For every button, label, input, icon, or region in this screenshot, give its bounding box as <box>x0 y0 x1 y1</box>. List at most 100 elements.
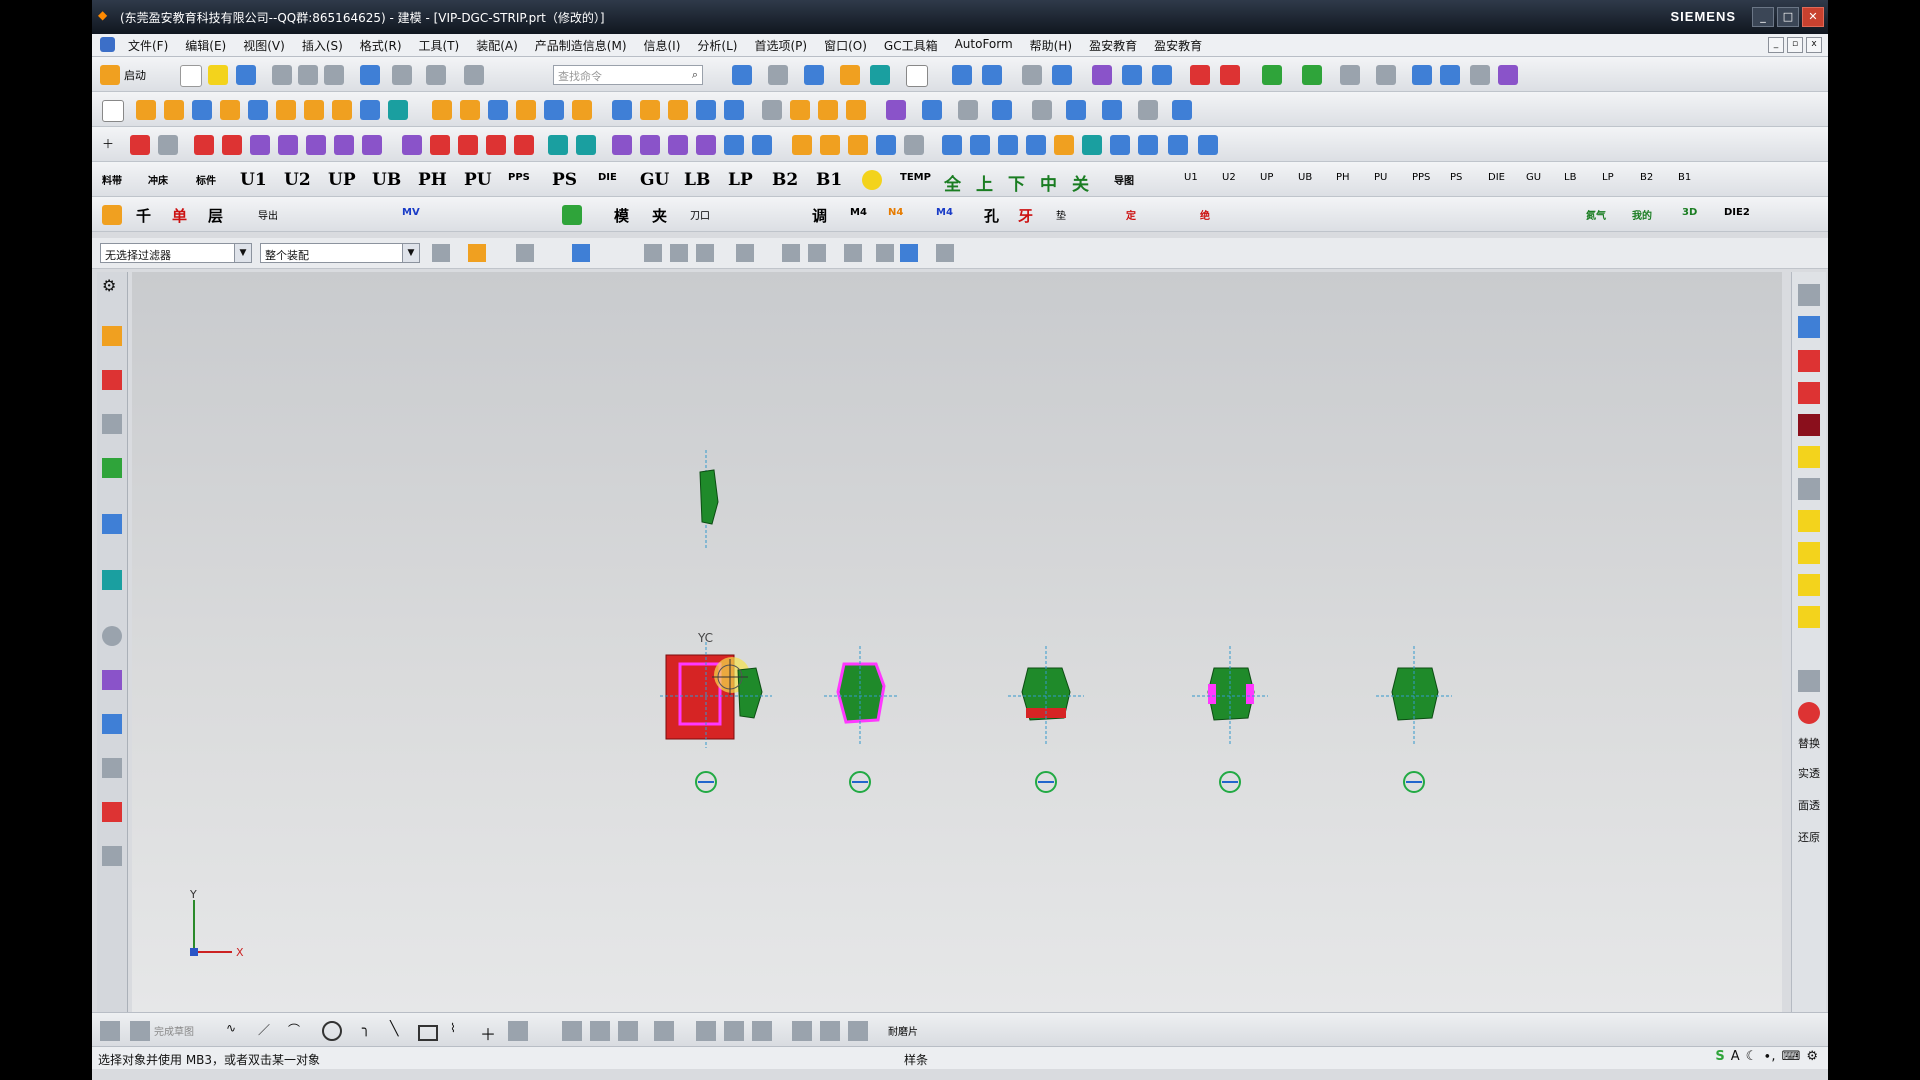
section-view-icon[interactable] <box>982 65 1002 85</box>
auto-constraint-icon[interactable] <box>724 1021 744 1041</box>
lb-button[interactable]: LB <box>684 170 710 190</box>
real-color-icon[interactable] <box>1262 65 1282 85</box>
die-move-button[interactable]: DIE <box>1488 172 1505 183</box>
emboss-icon[interactable] <box>904 135 924 155</box>
locate-button[interactable]: 定 <box>1126 207 1136 222</box>
cylinder-icon[interactable] <box>220 100 240 120</box>
restore-button[interactable]: 还原 <box>1798 832 1820 854</box>
inferred-constraints-icon[interactable] <box>848 1021 868 1041</box>
snap-grid-icon[interactable] <box>936 244 954 262</box>
shaded-icon[interactable] <box>1440 65 1460 85</box>
chevron-down-icon[interactable]: ▼ <box>402 244 419 262</box>
alternate-solution-icon[interactable] <box>820 1021 840 1041</box>
open-folder-icon[interactable] <box>208 65 228 85</box>
ps-button[interactable]: PS <box>552 170 577 190</box>
type-filter-select[interactable]: 无选择过滤器 ▼ <box>100 243 252 263</box>
fit-view-icon[interactable] <box>732 65 752 85</box>
close-all-button[interactable]: 关 <box>1072 170 1089 195</box>
snap-intersection-icon[interactable] <box>736 244 754 262</box>
profile-icon[interactable]: ∿ <box>226 1021 246 1041</box>
die-button[interactable]: DIE <box>598 172 617 183</box>
diamond-tool-icon[interactable] <box>102 205 122 225</box>
b2-move-button[interactable]: B2 <box>1640 172 1653 183</box>
convert-reference-icon[interactable] <box>792 1021 812 1041</box>
revolve-icon[interactable] <box>164 100 184 120</box>
menu-edit[interactable]: 编辑(E) <box>177 37 235 54</box>
pu-button[interactable]: PU <box>464 170 492 190</box>
finish-sketch-label[interactable]: 完成草图 <box>154 1023 194 1038</box>
tube-icon[interactable] <box>848 135 868 155</box>
edge-blend-icon[interactable] <box>432 100 452 120</box>
circle-o-icon[interactable] <box>862 170 882 190</box>
replace-face-icon[interactable] <box>724 100 744 120</box>
cone-icon[interactable] <box>876 135 896 155</box>
lb-move-button[interactable]: LB <box>1564 172 1576 183</box>
new-file-icon[interactable] <box>180 65 202 87</box>
point-icon[interactable]: ＋ <box>102 135 122 155</box>
snap-endpoint-icon[interactable] <box>644 244 662 262</box>
b1-move-button[interactable]: B1 <box>1678 172 1691 183</box>
save-icon[interactable] <box>236 65 256 85</box>
fillet-curve-icon[interactable] <box>458 135 478 155</box>
adjust-button[interactable]: 调 <box>812 205 827 226</box>
arrow-left-icon[interactable] <box>1798 350 1820 372</box>
analysis-icon[interactable] <box>1092 65 1112 85</box>
bounded-plane-icon[interactable] <box>1102 100 1122 120</box>
pen-icon[interactable] <box>1470 65 1490 85</box>
point-icon[interactable]: ＋ <box>480 1021 500 1044</box>
color-tool-icon[interactable] <box>1798 542 1820 564</box>
face-transparent-button[interactable]: 面透 <box>1798 800 1820 822</box>
start-label[interactable]: 启动 <box>124 67 146 83</box>
point-set-icon[interactable] <box>1026 135 1046 155</box>
pu-move-button[interactable]: PU <box>1374 172 1387 183</box>
snap-quadrant-icon[interactable] <box>808 244 826 262</box>
datum-axis-icon[interactable] <box>970 135 990 155</box>
cutting-edge-button[interactable]: 刀口 <box>690 207 710 222</box>
strip-station-4[interactable] <box>1192 646 1268 793</box>
shell-icon[interactable] <box>488 100 508 120</box>
sheet-to-solid-icon[interactable] <box>1168 135 1188 155</box>
up-move-button[interactable]: UP <box>1260 172 1273 183</box>
draft-icon[interactable] <box>516 100 536 120</box>
menu-file[interactable]: 文件(F) <box>120 37 177 54</box>
check-icon[interactable] <box>1798 446 1820 468</box>
polygon-icon[interactable] <box>250 135 270 155</box>
app-menu-icon[interactable] <box>100 37 115 52</box>
m4-blue-button[interactable]: M4 <box>936 207 953 218</box>
arrow-right-icon[interactable] <box>1798 382 1820 404</box>
keyboard-icon[interactable]: ⌨ <box>1782 1049 1801 1064</box>
start-icon[interactable] <box>100 65 120 85</box>
selection-scope-select[interactable]: 整个装配 ▼ <box>260 243 420 263</box>
reuse-library-icon[interactable] <box>102 458 122 478</box>
ruler-icon[interactable] <box>1220 65 1240 85</box>
strip-layout-button[interactable]: 料带 <box>102 172 122 187</box>
wear-plate-button[interactable]: 耐磨片 <box>888 1023 918 1038</box>
initial-line-icon[interactable] <box>1798 606 1820 628</box>
clock-icon[interactable] <box>102 626 122 646</box>
silhouette-icon[interactable] <box>668 135 688 155</box>
wireframe-icon[interactable] <box>1798 478 1820 500</box>
m4-button[interactable]: M4 <box>850 207 867 218</box>
offset-curve-icon[interactable] <box>508 1021 528 1041</box>
menu-pmi[interactable]: 产品制造信息(M) <box>527 37 636 54</box>
u2-button[interactable]: U2 <box>284 170 311 190</box>
gu-move-button[interactable]: GU <box>1526 172 1541 183</box>
layer-icon[interactable] <box>870 65 890 85</box>
strip-part-top[interactable] <box>699 450 719 548</box>
ub-move-button[interactable]: UB <box>1298 172 1312 183</box>
hole-button[interactable]: 孔 <box>984 205 999 226</box>
measure-icon[interactable] <box>1022 65 1042 85</box>
search-icon[interactable]: ⌕ <box>692 68 698 82</box>
show-constraints-icon[interactable] <box>752 1021 772 1041</box>
snap-view-icon[interactable] <box>952 65 972 85</box>
strip-station-3[interactable] <box>1008 646 1084 793</box>
clamp-button[interactable]: 夹 <box>652 205 667 226</box>
temp-button[interactable]: TEMP <box>900 172 931 183</box>
extension-sheet-icon[interactable] <box>1138 135 1158 155</box>
face-blend-icon[interactable] <box>1054 135 1074 155</box>
absolute-button[interactable]: 绝 <box>1200 207 1210 222</box>
thousand-button[interactable]: 千 <box>136 205 151 226</box>
menu-help[interactable]: 帮助(H) <box>1022 37 1081 54</box>
ruled-icon[interactable] <box>1198 135 1218 155</box>
through-curves-icon[interactable] <box>1172 100 1192 120</box>
